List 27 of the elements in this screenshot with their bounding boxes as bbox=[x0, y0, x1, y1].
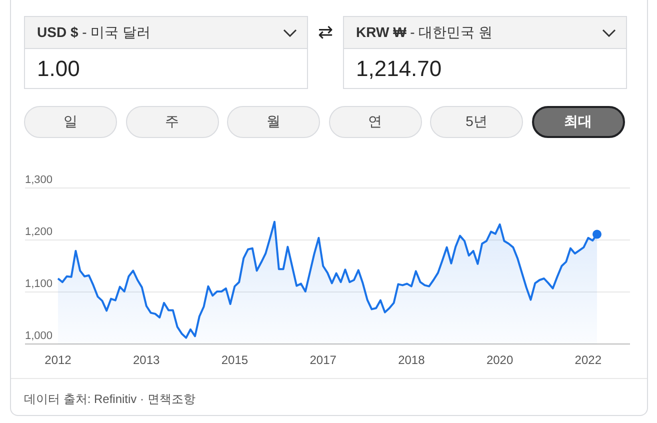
range-button[interactable]: 주 bbox=[126, 106, 218, 138]
range-button[interactable]: 월 bbox=[227, 106, 320, 138]
y-axis-label: 1,000 bbox=[25, 330, 53, 342]
range-button[interactable]: 연 bbox=[328, 106, 422, 138]
amount-field[interactable]: 1,214.70 bbox=[343, 49, 627, 89]
y-axis-label: 1,300 bbox=[25, 174, 53, 186]
range-button[interactable]: 일 bbox=[24, 106, 117, 138]
chevron-down-icon bbox=[602, 28, 616, 36]
range-button[interactable]: 5년 bbox=[430, 106, 523, 138]
range-button[interactable]: 최대 bbox=[532, 106, 624, 138]
x-axis-label: 2012 bbox=[44, 353, 72, 367]
source-text: 데이터 출처: Refinitiv · bbox=[24, 392, 146, 406]
x-axis-label: 2022 bbox=[574, 353, 602, 367]
swap-icon[interactable]: ⇄ bbox=[308, 23, 343, 41]
disclaimer-link[interactable]: 면책조항 bbox=[147, 392, 196, 406]
amount-field[interactable]: 1.00 bbox=[24, 49, 308, 89]
x-axis-label: 2013 bbox=[133, 353, 160, 367]
x-axis-label: 2017 bbox=[310, 353, 336, 367]
current-point-marker bbox=[592, 230, 602, 239]
y-axis-label: 1,100 bbox=[25, 278, 53, 290]
y-axis-label: 1,200 bbox=[25, 226, 53, 238]
currency-dropdown[interactable]: USD $ - 미국 달러 bbox=[24, 16, 308, 49]
chevron-down-icon bbox=[283, 28, 297, 36]
x-axis-label: 2020 bbox=[486, 353, 514, 367]
x-axis-label: 2018 bbox=[398, 353, 425, 367]
x-axis-label: 2015 bbox=[221, 353, 248, 367]
currency-dropdown[interactable]: KRW ₩ - 대한민국 원 bbox=[343, 16, 627, 49]
